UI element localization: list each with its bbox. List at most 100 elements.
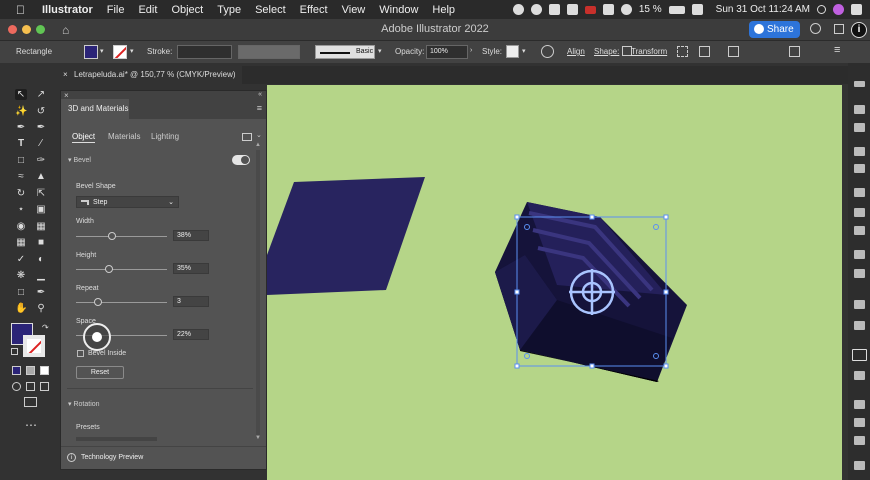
swap-colors-icon[interactable]: ↷ bbox=[42, 323, 49, 332]
variable-width-field[interactable] bbox=[238, 45, 300, 59]
search-icon[interactable] bbox=[817, 5, 826, 14]
repeat-value-field[interactable]: 3 bbox=[173, 296, 209, 307]
draw-behind-icon[interactable] bbox=[26, 382, 35, 391]
bevel-section-header[interactable]: ▾ Bevel bbox=[68, 156, 91, 164]
height-slider-thumb[interactable] bbox=[105, 265, 113, 273]
space-value-field[interactable]: 22% bbox=[173, 329, 209, 340]
artboards-panel-icon[interactable] bbox=[854, 461, 865, 470]
libraries-icon[interactable] bbox=[854, 147, 865, 156]
rotate-tool-icon[interactable]: ↻ bbox=[15, 188, 27, 199]
eyedropper-tool-icon[interactable]: ✓ bbox=[15, 254, 27, 265]
type-tool-icon[interactable]: T bbox=[15, 138, 27, 149]
edit-toolbar-icon[interactable]: ⋯ bbox=[25, 418, 37, 432]
panels-icon[interactable] bbox=[834, 24, 844, 34]
dropbox-icon[interactable] bbox=[548, 4, 560, 15]
menu-window[interactable]: Window bbox=[379, 4, 418, 16]
stroke-color-box[interactable] bbox=[23, 335, 45, 357]
share-button[interactable]: Share bbox=[749, 21, 800, 38]
reset-button[interactable]: Reset bbox=[76, 366, 124, 379]
width-slider-thumb[interactable] bbox=[108, 232, 116, 240]
stroke-dropdown-icon[interactable]: ▾ bbox=[130, 47, 134, 55]
pen-tool-icon[interactable]: ✒ bbox=[15, 122, 27, 133]
selection-tool-icon[interactable]: ↖ bbox=[15, 89, 27, 100]
panel-title[interactable]: 3D and Materials bbox=[61, 99, 129, 119]
properties-icon[interactable] bbox=[854, 105, 865, 114]
graphic-styles-icon[interactable] bbox=[854, 226, 865, 235]
panel-scrollbar[interactable]: ▲ ▼ bbox=[255, 142, 261, 441]
width-value-field[interactable]: 38% bbox=[173, 230, 209, 241]
line-tool-icon[interactable]: ∕ bbox=[35, 138, 47, 149]
menu-edit[interactable]: Edit bbox=[138, 4, 157, 16]
apple-icon[interactable]:  bbox=[16, 3, 30, 17]
default-colors-icon[interactable] bbox=[11, 348, 18, 355]
transform-link[interactable]: Transform bbox=[631, 47, 667, 56]
align-link[interactable]: Align bbox=[567, 47, 585, 56]
control-menu-icon[interactable]: ≡ bbox=[834, 44, 840, 56]
tab-materials[interactable]: Materials bbox=[108, 132, 140, 141]
stroke-swatch[interactable] bbox=[113, 45, 127, 59]
panel-collapse-icon[interactable]: « bbox=[258, 91, 262, 98]
creative-cloud-icon[interactable] bbox=[530, 4, 542, 15]
opacity-dropdown-icon[interactable]: › bbox=[470, 47, 472, 54]
brushes-icon[interactable] bbox=[854, 188, 865, 197]
box-icon[interactable] bbox=[602, 4, 614, 15]
menu-effect[interactable]: Effect bbox=[300, 4, 328, 16]
drive-icon[interactable] bbox=[566, 4, 578, 15]
draw-mode-icon[interactable] bbox=[12, 382, 21, 391]
blend-tool-icon[interactable]: ◐ bbox=[35, 254, 47, 265]
record-icon[interactable] bbox=[512, 4, 524, 15]
rectangle-tool-icon[interactable]: □ bbox=[15, 155, 27, 166]
menu-file[interactable]: File bbox=[107, 4, 125, 16]
screen-mode-icon[interactable] bbox=[24, 397, 37, 407]
style-dropdown-icon[interactable]: ▾ bbox=[522, 47, 526, 55]
swatches-icon[interactable] bbox=[854, 164, 865, 173]
space-slider-thumb[interactable] bbox=[83, 323, 111, 351]
bevel-inside-checkbox[interactable] bbox=[77, 350, 84, 357]
none-mode-icon[interactable] bbox=[40, 366, 49, 375]
stroke-panel-icon[interactable] bbox=[854, 250, 865, 259]
transparency-panel-icon[interactable] bbox=[854, 300, 865, 309]
scrollbar-down-icon[interactable]: ▼ bbox=[255, 435, 261, 441]
zoom-tool-icon[interactable]: ⚲ bbox=[35, 303, 47, 314]
hand-tool-icon[interactable]: ✋ bbox=[15, 303, 27, 314]
menu-view[interactable]: View bbox=[342, 4, 366, 16]
info-icon[interactable]: i bbox=[851, 22, 867, 38]
width-tool-icon[interactable]: ⋆ bbox=[15, 204, 27, 215]
direct-selection-tool-icon[interactable]: ↗ bbox=[35, 89, 47, 100]
symbol-sprayer-tool-icon[interactable]: ❋ bbox=[15, 270, 27, 281]
artboard-tool-icon[interactable]: □ bbox=[15, 287, 27, 298]
perspective-grid-tool-icon[interactable]: ▦ bbox=[35, 221, 47, 232]
document-tab[interactable]: × Letrapeluda.ai* @ 150,77 % (CMYK/Previ… bbox=[60, 66, 242, 84]
gradient-panel-icon[interactable] bbox=[854, 269, 865, 278]
render-dropdown-icon[interactable]: ⌄ bbox=[256, 131, 262, 139]
search-help-icon[interactable] bbox=[810, 23, 821, 34]
align-panel-icon[interactable] bbox=[854, 400, 865, 409]
shaper-tool-icon[interactable]: ≈ bbox=[15, 171, 27, 182]
3d-materials-panel-icon[interactable] bbox=[852, 349, 867, 361]
graph-tool-icon[interactable]: ▁ bbox=[35, 270, 47, 281]
curvature-tool-icon[interactable]: ✒ bbox=[35, 122, 47, 133]
stroke-weight-field[interactable] bbox=[177, 45, 232, 59]
eraser-tool-icon[interactable]: ▲ bbox=[35, 171, 47, 182]
paintbrush-tool-icon[interactable]: ✑ bbox=[35, 155, 47, 166]
bevel-toggle[interactable] bbox=[232, 155, 250, 165]
height-slider-track[interactable] bbox=[76, 269, 167, 270]
menu-object[interactable]: Object bbox=[171, 4, 203, 16]
panel-menu-icon[interactable]: ≡ bbox=[257, 103, 262, 113]
battery-icon[interactable] bbox=[668, 5, 685, 14]
transform-panel-icon[interactable] bbox=[854, 418, 865, 427]
brush-field[interactable]: Basic bbox=[315, 45, 375, 59]
scale-tool-icon[interactable]: ⇱ bbox=[35, 188, 47, 199]
gradient-tool-icon[interactable]: ■ bbox=[35, 237, 47, 248]
fill-dropdown-icon[interactable]: ▾ bbox=[100, 47, 104, 55]
menu-extra-icon[interactable] bbox=[851, 4, 862, 15]
magic-wand-tool-icon[interactable]: ✨ bbox=[15, 106, 27, 117]
grid-options-icon[interactable] bbox=[789, 46, 800, 57]
isolate-icon[interactable] bbox=[677, 46, 688, 57]
align-options-icon[interactable] bbox=[699, 46, 710, 57]
dock-expand-icon[interactable] bbox=[854, 81, 865, 87]
datetime[interactable]: Sun 31 Oct 11:24 AM bbox=[716, 4, 810, 15]
flat-rectangle-shape[interactable] bbox=[267, 177, 425, 295]
menu-type[interactable]: Type bbox=[217, 4, 241, 16]
free-transform-tool-icon[interactable]: ▣ bbox=[35, 204, 47, 215]
